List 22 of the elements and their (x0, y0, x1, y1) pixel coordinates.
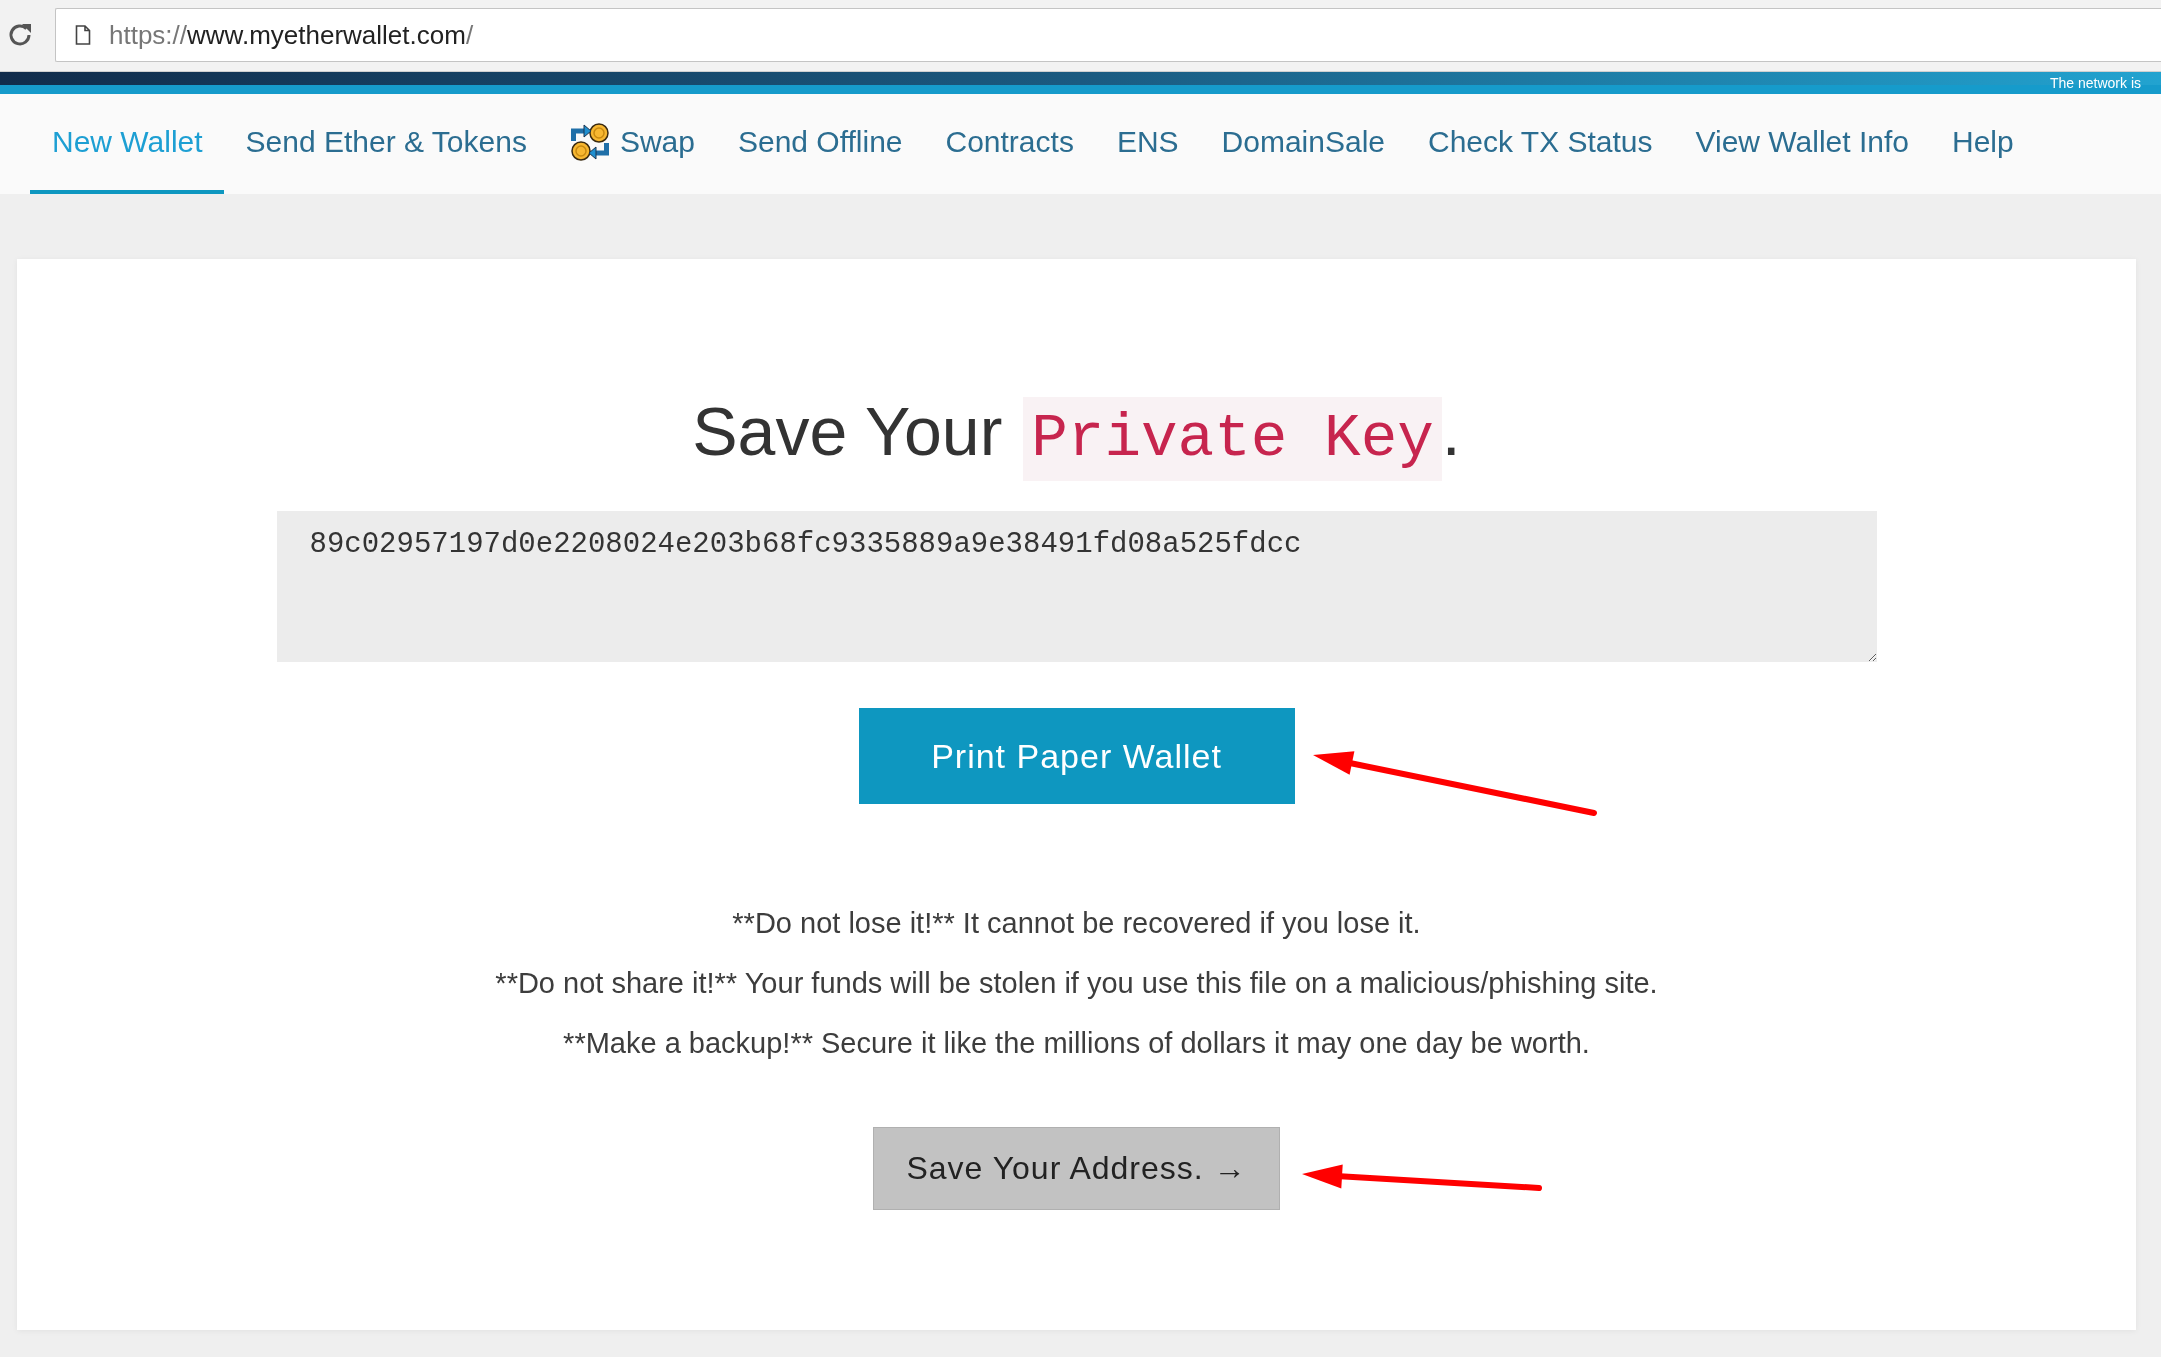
nav-tab[interactable]: Help (1930, 94, 2035, 194)
nav-tab[interactable]: Send Offline (715, 94, 924, 194)
warning-text: **Do not lose it!** It cannot be recovered if you lose it. (732, 906, 1421, 941)
warning-text: **Do not share it!** Your funds will be stolen if you use this file on a malicious/phishing site. (495, 966, 1658, 1001)
warning-text: **Make a backup!** Secure it like the millions of dollars it may one day be worth. (563, 1026, 1590, 1061)
nav-tab[interactable]: Contracts (923, 94, 1095, 194)
save-address-button[interactable]: Save Your Address. → (873, 1127, 1280, 1210)
nav-tab[interactable]: DomainSale (1199, 94, 1406, 194)
nav-tab[interactable]: ENS (1094, 94, 1200, 194)
address-field[interactable]: https://www.myetherwallet.com/ (55, 8, 2161, 62)
network-notice: The network is (2049, 75, 2141, 91)
coin-exchange-icon (569, 122, 610, 162)
url-text: https://www.myetherwallet.com/ (109, 19, 474, 51)
nav-tab[interactable]: Send Ether & Tokens (223, 94, 548, 194)
page-title: Save Your Private Key. (692, 389, 1461, 481)
nav-tab[interactable]: View Wallet Info (1673, 94, 1930, 194)
nav-tab[interactable]: New Wallet (30, 94, 224, 194)
page-icon (75, 25, 91, 45)
private-key-field[interactable]: 89c02957197d0e2208024e203b68fc9335889a9e38491fd08a525fdcc (276, 511, 1877, 662)
nav-tab[interactable]: Check TX Status (1406, 94, 1674, 194)
nav-tab[interactable]: Swap (547, 94, 716, 194)
print-paper-wallet-button[interactable]: Print Paper Wallet (858, 708, 1295, 804)
